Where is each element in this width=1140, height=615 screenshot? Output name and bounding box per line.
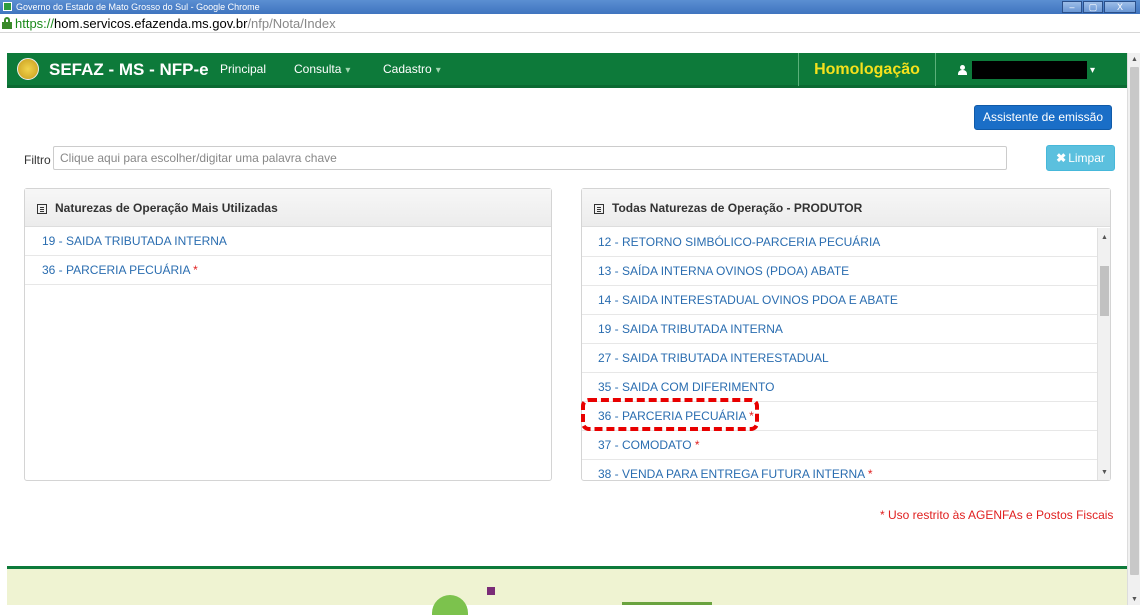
chevron-down-icon: ▾ (1090, 65, 1096, 76)
page-footer (7, 566, 1127, 615)
close-button[interactable]: X (1104, 1, 1136, 13)
panel-header: Naturezas de Operação Mais Utilizadas (25, 189, 551, 227)
url-host: hom.servicos.efazenda.ms.gov.br (54, 16, 248, 31)
chevron-down-icon: ▾ (435, 65, 441, 76)
restricted-marker: * (193, 263, 198, 277)
minimize-button[interactable]: – (1062, 1, 1082, 13)
list-item[interactable]: 27 - SAIDA TRIBUTADA INTERESTADUAL (582, 344, 1097, 373)
page-scroll-thumb[interactable] (1130, 67, 1139, 575)
filter-label: Filtro (24, 153, 51, 167)
list-item[interactable]: 12 - RETORNO SIMBÓLICO-PARCERIA PECUÁRIA (582, 228, 1097, 257)
operation-label: 14 - SAIDA INTERESTADUAL OVINOS PDOA E A… (598, 293, 898, 307)
list-icon (37, 204, 47, 214)
scroll-down-arrow-icon[interactable]: ▼ (1131, 596, 1138, 603)
chevron-down-icon: ▾ (345, 65, 351, 76)
clear-filter-button[interactable]: ✖ Limpar (1046, 145, 1115, 171)
brand-title[interactable]: SEFAZ - MS - NFP-e (49, 53, 209, 86)
url-text[interactable]: https://hom.servicos.efazenda.ms.gov.br/… (15, 14, 336, 33)
highlight-annotation (581, 398, 759, 431)
ms-coat-of-arms-icon[interactable] (17, 58, 39, 80)
list-item[interactable]: 13 - SAÍDA INTERNA OVINOS (PDOA) ABATE (582, 257, 1097, 286)
chrome-app-icon (3, 2, 12, 11)
url-path: /nfp/Nota/Index (247, 16, 336, 31)
user-icon (958, 64, 968, 75)
menu-principal[interactable]: Principal (220, 53, 266, 86)
menu-consulta[interactable]: Consulta ▾ (294, 53, 350, 87)
close-icon: ✖ (1056, 151, 1067, 165)
most-used-operations-panel: Naturezas de Operação Mais Utilizadas 19… (24, 188, 552, 481)
user-menu[interactable]: ▾ (958, 53, 1095, 86)
menu-cadastro-label: Cadastro (383, 62, 432, 76)
panel-header: Todas Naturezas de Operação - PRODUTOR (582, 189, 1110, 227)
footer-logo-mark (487, 587, 495, 595)
restricted-notice: * Uso restrito às AGENFAs e Postos Fisca… (880, 508, 1114, 522)
operation-label: 19 - SAIDA TRIBUTADA INTERNA (598, 322, 783, 336)
scroll-up-arrow-icon[interactable]: ▲ (1101, 234, 1108, 241)
window-title: Governo do Estado de Mato Grosso do Sul … (16, 2, 260, 12)
window-title-bar: Governo do Estado de Mato Grosso do Sul … (0, 0, 1140, 14)
operation-label: 36 - PARCERIA PECUÁRIA (42, 263, 190, 277)
list-item[interactable]: 19 - SAIDA TRIBUTADA INTERNA (25, 227, 551, 256)
list-item[interactable]: 14 - SAIDA INTERESTADUAL OVINOS PDOA E A… (582, 286, 1097, 315)
operation-label: 35 - SAIDA COM DIFERIMENTO (598, 380, 775, 394)
top-navbar: SEFAZ - MS - NFP-e Principal Consulta ▾ C… (7, 53, 1127, 88)
menu-cadastro[interactable]: Cadastro ▾ (383, 53, 441, 87)
list-item[interactable]: 38 - VENDA PARA ENTREGA FUTURA INTERNA * (582, 460, 1097, 481)
maximize-button[interactable]: ▢ (1083, 1, 1103, 13)
environment-badge: Homologação (798, 53, 936, 86)
restricted-marker: * (694, 438, 700, 452)
operations-list[interactable]: 12 - RETORNO SIMBÓLICO-PARCERIA PECUÁRIA… (582, 228, 1097, 481)
restricted-marker: * (867, 467, 873, 481)
list-scroll-thumb[interactable] (1100, 266, 1109, 316)
operation-label: 37 - COMODATO (598, 438, 692, 452)
menu-principal-label: Principal (220, 62, 267, 76)
operation-label: 13 - SAÍDA INTERNA OVINOS (PDOA) ABATE (598, 264, 850, 278)
page-scrollbar[interactable]: ▲ ▼ (1127, 53, 1140, 605)
list-item[interactable]: 36 - PARCERIA PECUÁRIA * (25, 256, 551, 285)
list-item[interactable]: 37 - COMODATO * (582, 431, 1097, 460)
url-scheme: https:// (15, 16, 55, 31)
operation-label: 38 - VENDA PARA ENTREGA FUTURA INTERNA (598, 467, 865, 481)
list-scrollbar[interactable]: ▲ ▼ (1097, 228, 1110, 480)
redacted-username (972, 60, 1087, 79)
list-icon (594, 204, 604, 214)
operation-label: 12 - RETORNO SIMBÓLICO-PARCERIA PECUÁRIA (598, 235, 881, 249)
address-bar[interactable]: https://hom.servicos.efazenda.ms.gov.br/… (0, 14, 1140, 33)
all-operations-panel: Todas Naturezas de Operação - PRODUTOR 1… (581, 188, 1111, 481)
scroll-down-arrow-icon[interactable]: ▼ (1101, 469, 1108, 476)
menu-consulta-label: Consulta (294, 62, 342, 76)
assistente-emissao-button[interactable]: Assistente de emissão (974, 105, 1112, 130)
scroll-up-arrow-icon[interactable]: ▲ (1131, 56, 1138, 63)
panel-title: Todas Naturezas de Operação - PRODUTOR (612, 201, 863, 215)
operation-label: 19 - SAIDA TRIBUTADA INTERNA (42, 234, 227, 248)
filter-input[interactable]: Clique aqui para escolher/digitar uma pa… (53, 146, 1007, 170)
footer-logo-shape (432, 595, 468, 615)
clear-filter-label: Limpar (1068, 151, 1105, 165)
lock-icon[interactable] (2, 17, 12, 29)
panel-title: Naturezas de Operação Mais Utilizadas (55, 201, 278, 215)
window-controls: – ▢ X (1062, 1, 1136, 13)
list-item[interactable]: 19 - SAIDA TRIBUTADA INTERNA (582, 315, 1097, 344)
operation-label: 27 - SAIDA TRIBUTADA INTERESTADUAL (598, 351, 829, 365)
